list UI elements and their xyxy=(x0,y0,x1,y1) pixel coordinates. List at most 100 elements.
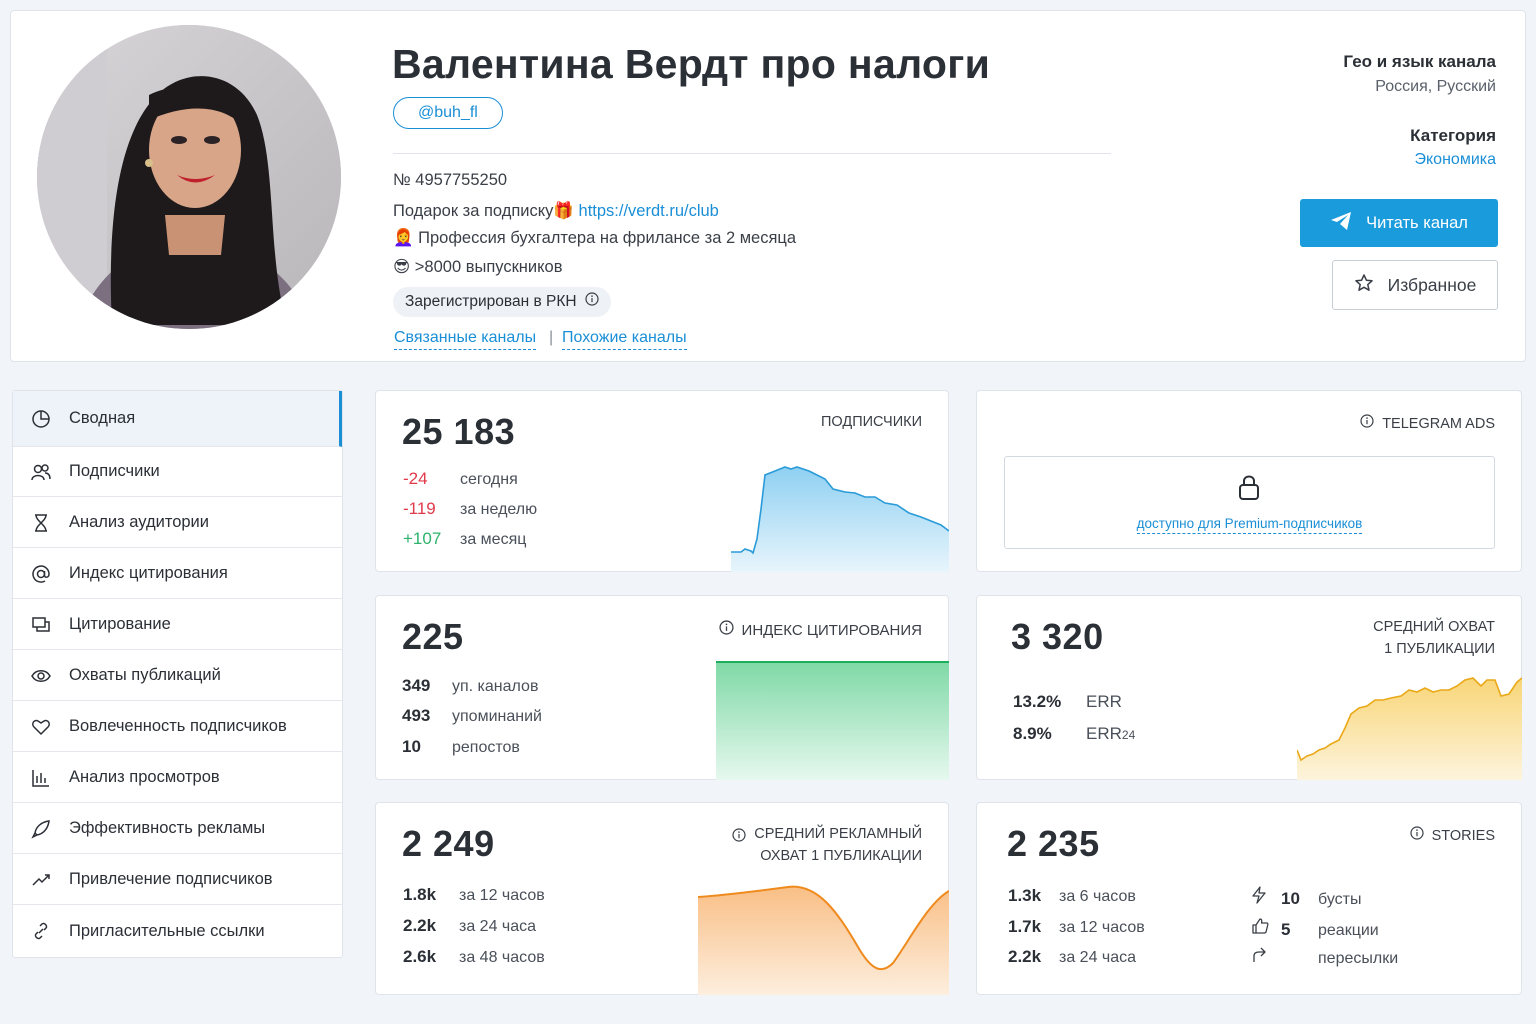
sidebar-item-audience[interactable]: Анализ аудитории xyxy=(13,498,342,548)
ad-reach-header: СРЕДНИЙ РЕКЛАМНЫЙ ОХВАТ 1 ПУБЛИКАЦИИ xyxy=(732,823,922,867)
channel-handle-badge[interactable]: @buh_fl xyxy=(393,97,503,129)
stat-row: 8.9% ERR 24 xyxy=(1013,724,1136,743)
sidebar-item-ad-efficiency[interactable]: Эффективность рекламы xyxy=(13,804,342,854)
sidebar-item-acquisition[interactable]: Привлечение подписчиков xyxy=(13,855,342,905)
subscribers-card[interactable]: 25 183 ПОДПИСЧИКИ -24 сегодня -119 за неде… xyxy=(375,390,949,572)
ad-reach-card[interactable]: 2 249 СРЕДНИЙ РЕКЛАМНЫЙ ОХВАТ 1 ПУБЛИКАЦ… xyxy=(375,802,949,995)
avg-reach-header: СРЕДНИЙ ОХВАТ 1 ПУБЛИКАЦИИ xyxy=(1373,616,1495,660)
sidebar-item-citation[interactable]: Цитирование xyxy=(13,600,342,650)
channel-number: № 4957755250 xyxy=(393,171,508,189)
avg-reach-label-1: СРЕДНИЙ ОХВАТ xyxy=(1373,619,1495,635)
stat-row: 2.6k за 48 часов xyxy=(403,947,545,966)
citation-index-value: 225 xyxy=(402,616,464,657)
club-link[interactable]: https://verdt.ru/club xyxy=(579,202,719,220)
related-channels-link[interactable]: Связанные каналы xyxy=(394,329,537,350)
sidebar-item-summary[interactable]: Сводная xyxy=(13,391,342,447)
description-line-1: Подарок за подписку🎁 https://verdt.ru/cl… xyxy=(393,202,719,221)
sidebar-item-engagement[interactable]: Вовлеченность подписчиков xyxy=(13,702,342,752)
read-channel-button[interactable]: Читать канал xyxy=(1300,199,1498,247)
thumb-icon xyxy=(1251,917,1281,940)
sidebar-item-views[interactable]: Анализ просмотров xyxy=(13,753,342,803)
geo-value: Россия, Русский xyxy=(1375,78,1496,95)
citation-index-label: ИНДЕКС ЦИТИРОВАНИЯ xyxy=(741,622,922,639)
stat-row: 493 упоминаний xyxy=(402,706,542,725)
sidebar-item-citation-index[interactable]: Индекс цитирования xyxy=(13,549,342,599)
stories-reactions-row: 5 реакции xyxy=(1251,917,1379,940)
sidebar-item-post-reach[interactable]: Охваты публикаций xyxy=(13,651,342,701)
sidebar-item-invite-links[interactable]: Пригласительные ссылки xyxy=(13,906,342,956)
geo-label: Гео и язык канала xyxy=(1343,52,1496,71)
stat-row: +107 за месяц xyxy=(403,529,527,548)
sidebar-item-label: Эффективность рекламы xyxy=(69,819,266,837)
channel-title: Валентина Вердт про налоги xyxy=(392,41,991,87)
telegram-ads-header: TELEGRAM ADS xyxy=(1360,413,1495,435)
lock-icon xyxy=(1237,473,1261,506)
rkn-label: Зарегистрирован в РКН xyxy=(405,293,577,310)
read-channel-label: Читать канал xyxy=(1366,213,1468,232)
telegram-plane-icon xyxy=(1330,211,1352,236)
ad-reach-chart xyxy=(698,885,949,995)
sidebar-item-label: Привлечение подписчиков xyxy=(69,870,273,888)
divider xyxy=(393,153,1111,154)
description-line-3: 😎 >8000 выпускников xyxy=(393,258,563,276)
category-link[interactable]: Экономика xyxy=(1415,151,1497,169)
info-icon xyxy=(718,620,734,642)
stories-forwards-row: пересылки xyxy=(1251,947,1398,968)
stat-row: 1.8k за 12 часов xyxy=(403,885,545,904)
sidebar-item-label: Подписчики xyxy=(69,462,160,480)
avg-reach-value: 3 320 xyxy=(1011,616,1104,657)
avg-reach-card[interactable]: 3 320 СРЕДНИЙ ОХВАТ 1 ПУБЛИКАЦИИ 13.2% ER… xyxy=(976,595,1522,780)
stat-row: 2.2k за 24 часа xyxy=(403,916,537,935)
bar-chart-icon xyxy=(31,768,51,788)
stat-row: 1.7k за 12 часов xyxy=(1008,917,1145,936)
stories-header: STORIES xyxy=(1410,825,1495,847)
rocket-icon xyxy=(31,819,51,839)
stat-row: 1.3k за 6 часов xyxy=(1008,886,1136,905)
forward-icon xyxy=(1251,947,1281,968)
info-icon xyxy=(1360,413,1374,435)
stat-row: 2.2k за 24 часа xyxy=(1008,947,1137,966)
at-icon xyxy=(31,564,51,584)
rkn-badge[interactable]: Зарегистрирован в РКН xyxy=(393,287,611,317)
stories-card[interactable]: 2 235 STORIES 1.3k за 6 часов 1.7k за 12 ч… xyxy=(976,802,1522,995)
ad-reach-label-2: ОХВАТ 1 ПУБЛИКАЦИИ xyxy=(760,848,922,864)
stories-value: 2 235 xyxy=(1007,823,1100,864)
sidebar-item-label: Цитирование xyxy=(69,615,171,633)
stat-row: 349 уп. каналов xyxy=(402,676,539,695)
link-separator: | xyxy=(549,329,554,346)
description-line-2: 👩‍🦰 Профессия бухгалтера на фрилансе за … xyxy=(393,229,797,247)
sidebar-item-label: Пригласительные ссылки xyxy=(69,921,265,940)
quote-icon xyxy=(31,615,51,635)
telegram-ads-card: TELEGRAM ADS доступно для Premium-подпис… xyxy=(976,390,1522,572)
info-icon xyxy=(1410,825,1424,847)
premium-lock-box[interactable]: доступно для Premium-подписчиков xyxy=(1004,456,1495,549)
citation-index-card[interactable]: 225 ИНДЕКС ЦИТИРОВАНИЯ 349 уп. каналов 49… xyxy=(375,595,949,780)
subscribers-sparkline xyxy=(731,466,949,572)
sidebar-item-label: Сводная xyxy=(69,409,136,427)
hourglass-icon xyxy=(31,513,51,533)
sidebar-item-label: Индекс цитирования xyxy=(69,564,228,582)
citation-index-chart xyxy=(716,661,949,780)
trend-icon xyxy=(31,870,51,890)
sidebar-item-subscribers[interactable]: Подписчики xyxy=(13,447,342,497)
premium-link[interactable]: доступно для Premium-подписчиков xyxy=(1136,516,1363,534)
avg-reach-chart xyxy=(1297,677,1522,780)
eye-icon xyxy=(31,666,51,686)
category-label: Категория xyxy=(1410,126,1496,145)
ad-reach-value: 2 249 xyxy=(402,823,495,864)
bolt-icon xyxy=(1251,886,1281,909)
channel-avatar xyxy=(37,25,341,329)
favorite-button[interactable]: Избранное xyxy=(1332,260,1498,310)
stories-label: STORIES xyxy=(1431,828,1495,844)
sidebar-item-label: Вовлеченность подписчиков xyxy=(69,717,287,735)
subscribers-count: 25 183 xyxy=(402,411,516,452)
link-icon xyxy=(31,921,51,941)
sidebar-nav: Сводная Подписчики Анализ аудитории Инде… xyxy=(12,390,343,958)
pie-icon xyxy=(31,409,51,429)
star-icon xyxy=(1354,273,1374,298)
sidebar-item-label: Охваты публикаций xyxy=(69,666,221,684)
info-icon xyxy=(584,287,599,317)
similar-channels-link[interactable]: Похожие каналы xyxy=(562,329,687,350)
description-text: Подарок за подписку🎁 xyxy=(393,202,579,220)
avg-reach-label-2: 1 ПУБЛИКАЦИИ xyxy=(1384,641,1495,657)
